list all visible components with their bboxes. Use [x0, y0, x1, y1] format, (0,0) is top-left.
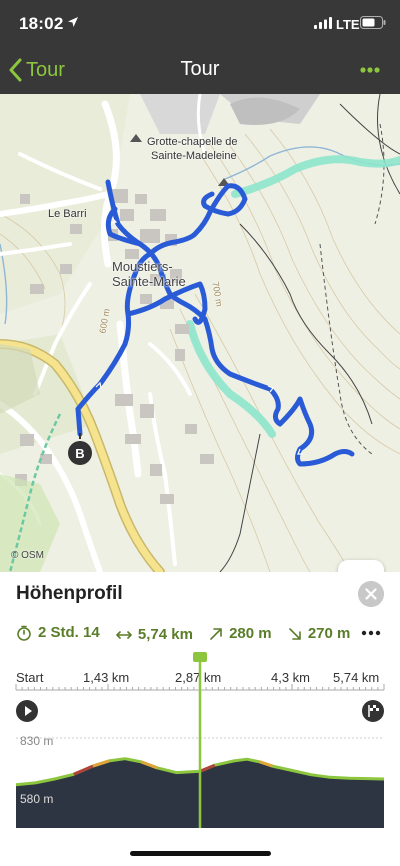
elevation-panel: Höhenprofil 2 Std. 14 5,74 km 280 m 270 … — [0, 572, 400, 866]
stat-distance: 5,74 km — [116, 626, 193, 643]
stat-ascent-value: 280 m — [229, 625, 272, 642]
map-canvas — [0, 94, 400, 572]
map-controls — [338, 560, 384, 572]
label-grotte-line1: Grotte-chapelle de — [147, 136, 238, 148]
start-flag-icon[interactable] — [16, 700, 38, 722]
label-town-line2: Sainte-Marie — [112, 274, 186, 289]
stat-distance-value: 5,74 km — [137, 626, 193, 643]
map-attribution: © OSM — [11, 550, 44, 561]
nav-bar: Tour Tour — [0, 46, 400, 94]
stat-duration-value: 2 Std. 14 — [38, 624, 100, 641]
stat-descent-value: 270 m — [307, 625, 351, 642]
status-bar: 18:02 LTE — [0, 0, 400, 46]
stat-ascent: 280 m — [209, 625, 272, 642]
more-icon[interactable] — [356, 60, 384, 80]
elevation-chart — [15, 652, 385, 828]
end-marker-icon[interactable]: B — [66, 433, 94, 469]
end-marker-label: B — [75, 446, 84, 461]
home-indicator — [130, 851, 271, 856]
label-grotte-line2: Sainte-Madeleine — [151, 150, 237, 162]
panel-title: Höhenprofil — [16, 583, 123, 604]
label-town-line1: Moustiers- — [112, 259, 173, 274]
y-label-max: 830 m — [20, 734, 54, 748]
stat-descent: 270 m — [288, 625, 351, 642]
battery-icon — [360, 16, 386, 29]
signal-icon — [314, 17, 332, 29]
hiking-mode-button[interactable] — [338, 560, 384, 572]
network-type: LTE — [336, 17, 360, 32]
close-icon[interactable] — [358, 581, 384, 607]
label-le-barri: Le Barri — [48, 208, 87, 220]
stats-more-icon[interactable] — [360, 628, 382, 638]
stopwatch-icon — [17, 625, 31, 641]
tour-stats: 2 Std. 14 5,74 km 280 m 270 m — [16, 624, 376, 644]
y-label-min: 580 m — [20, 792, 54, 806]
distance-icon — [116, 630, 132, 639]
stat-duration: 2 Std. 14 — [16, 624, 100, 641]
finish-flag-icon[interactable] — [362, 700, 384, 722]
status-time: 18:02 — [19, 14, 64, 33]
elevation-profile[interactable]: Start 1,43 km 2,87 km 4,3 km 5,74 km 830… — [0, 652, 400, 842]
cursor-handle — [193, 652, 207, 662]
location-arrow-icon — [68, 17, 78, 27]
page-title: Tour — [180, 58, 220, 80]
arrow-up-right-icon — [210, 627, 222, 640]
arrow-down-right-icon — [289, 627, 301, 640]
map-view[interactable]: Grotte-chapelle de Sainte-Madeleine Le B… — [0, 94, 400, 572]
